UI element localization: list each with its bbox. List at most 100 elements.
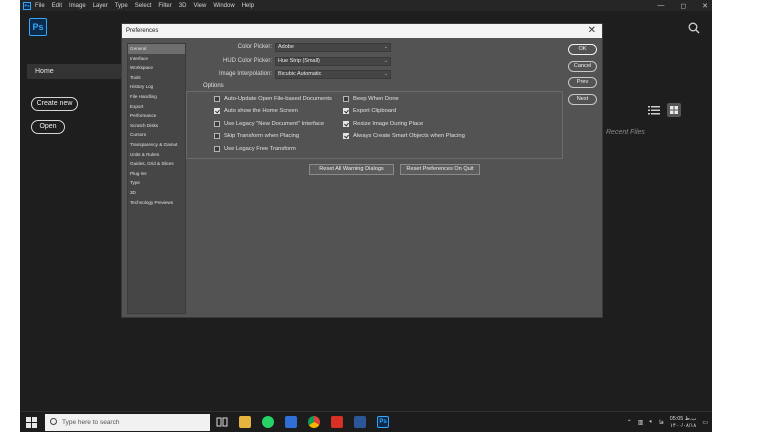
nav-type[interactable]: Type (128, 178, 185, 188)
color-picker-select[interactable]: Adobe ⌄ (275, 43, 391, 52)
option-export-clipboard[interactable]: Export Clipboard (343, 108, 396, 114)
option-legacy-free-transform[interactable]: Use Legacy Free Transform (214, 146, 296, 152)
menu-view[interactable]: View (193, 3, 206, 9)
checkbox[interactable] (214, 146, 220, 152)
maximize-button[interactable]: ◻ (680, 2, 686, 10)
nav-home[interactable]: Home (27, 64, 127, 79)
minimize-button[interactable]: — (657, 2, 664, 9)
nav-interface[interactable]: Interface (128, 54, 185, 64)
option-skip-transform[interactable]: Skip Transform when Placing (214, 133, 299, 139)
menu-layer[interactable]: Layer (93, 3, 108, 9)
nav-scratch-disks[interactable]: Scratch Disks (128, 121, 185, 131)
nav-general[interactable]: General (128, 44, 185, 54)
menu-select[interactable]: Select (135, 3, 152, 9)
menu-3d[interactable]: 3D (179, 3, 187, 9)
nav-3d[interactable]: 3D (128, 188, 185, 198)
checkbox-checked[interactable] (343, 133, 349, 139)
grid-view-icon[interactable] (667, 103, 681, 117)
reset-warning-dialogs-button[interactable]: Reset All Warning Dialogs (309, 164, 394, 175)
dialog-title: Preferences (126, 28, 159, 34)
dropbox-icon[interactable] (285, 416, 297, 428)
search-icon[interactable] (688, 22, 700, 34)
list-view-icon[interactable] (648, 104, 660, 116)
preferences-nav: General Interface Workspace Tools Histor… (127, 43, 186, 314)
option-beep-when-done[interactable]: Beep When Done (343, 96, 399, 102)
checkbox-checked[interactable] (343, 121, 349, 127)
task-view-icon[interactable] (216, 416, 228, 428)
option-label: Resize Image During Place (353, 121, 424, 127)
nav-units-rulers[interactable]: Units & Rulers (128, 150, 185, 160)
option-label: Always Create Smart Objects when Placing (353, 133, 465, 139)
nav-performance[interactable]: Performance (128, 111, 185, 121)
color-picker-value: Adobe (278, 44, 294, 50)
checkbox[interactable] (214, 133, 220, 139)
taskbar-search-input[interactable]: Type here to search (45, 414, 210, 431)
photoshop-taskbar-icon[interactable]: Ps (377, 416, 389, 428)
open-button[interactable]: Open (31, 120, 65, 134)
notifications-icon[interactable]: ▭ (702, 419, 708, 426)
volume-icon[interactable]: 🔈︎ (649, 419, 653, 426)
menu-bar: Ps File Edit Image Layer Type Select Fil… (20, 0, 712, 11)
preferences-dialog: Preferences ✕ General Interface Workspac… (121, 23, 603, 318)
wps-icon[interactable] (331, 416, 343, 428)
ok-button[interactable]: OK (568, 44, 597, 55)
nav-cursors[interactable]: Cursors (128, 130, 185, 140)
nav-plugins[interactable]: Plug-ins (128, 169, 185, 179)
windows-start-icon[interactable] (26, 417, 37, 428)
cancel-button[interactable]: Cancel (568, 61, 597, 72)
clock[interactable]: 05:05 ب.ظ ۱۴۰۰/۰۸/۱۸ (670, 416, 697, 430)
nav-technology-previews[interactable]: Technology Previews (128, 198, 185, 208)
option-smart-objects[interactable]: Always Create Smart Objects when Placing (343, 133, 465, 139)
word-icon[interactable] (354, 416, 366, 428)
option-auto-show-home[interactable]: Auto show the Home Screen (214, 108, 298, 114)
menu-help[interactable]: Help (242, 3, 254, 9)
chrome-icon[interactable] (308, 416, 320, 428)
dialog-close-icon[interactable]: ✕ (588, 25, 596, 37)
file-explorer-icon[interactable] (239, 416, 251, 428)
clock-time: 05:05 ب.ظ (669, 415, 697, 422)
interp-select[interactable]: Bicubic Automatic ⌄ (275, 70, 391, 79)
checkbox[interactable] (343, 96, 349, 102)
option-legacy-new-doc[interactable]: Use Legacy "New Document" Interface (214, 121, 324, 127)
option-label: Beep When Done (353, 96, 399, 102)
option-label: Auto-Update Open File-based Documents (224, 96, 332, 102)
menu-file[interactable]: File (35, 3, 45, 9)
nav-workspace[interactable]: Workspace (128, 63, 185, 73)
window-controls: — ◻ ✕ (657, 0, 708, 11)
checkbox-checked[interactable] (214, 108, 220, 114)
photoshop-window: Ps File Edit Image Layer Type Select Fil… (20, 0, 712, 432)
option-label: Skip Transform when Placing (224, 133, 300, 139)
close-window-button[interactable]: ✕ (702, 2, 708, 10)
menu-image[interactable]: Image (69, 3, 86, 9)
network-icon[interactable]: ▥ (638, 419, 644, 426)
next-button[interactable]: Next (568, 94, 597, 105)
taskbar: Type here to search Ps ⌃ ▥ 🔈︎ فا 05:05 ب… (20, 411, 712, 432)
nav-tools[interactable]: Tools (128, 73, 185, 83)
option-auto-update[interactable]: Auto-Update Open File-based Documents (214, 96, 332, 102)
search-placeholder: Type here to search (62, 419, 120, 426)
nav-export[interactable]: Export (128, 102, 185, 112)
nav-guides-grid-slices[interactable]: Guides, Grid & Slices (128, 159, 185, 169)
prev-button[interactable]: Prev (568, 77, 597, 88)
chevron-up-icon[interactable]: ⌃ (627, 419, 632, 426)
chevron-down-icon: ⌄ (383, 71, 388, 77)
nav-transparency-gamut[interactable]: Transparency & Gamut (128, 140, 185, 150)
menu-window[interactable]: Window (213, 3, 234, 9)
checkbox[interactable] (214, 96, 220, 102)
hud-picker-select[interactable]: Hue Strip (Small) ⌄ (275, 57, 391, 66)
ps-app-icon: Ps (23, 1, 31, 10)
option-resize-image[interactable]: Resize Image During Place (343, 121, 423, 127)
create-new-button[interactable]: Create new (31, 97, 78, 111)
menu-edit[interactable]: Edit (52, 3, 62, 9)
language-indicator[interactable]: فا (659, 419, 664, 426)
nav-file-handling[interactable]: File Handling (128, 92, 185, 102)
hud-picker-value: Hue Strip (Small) (278, 58, 320, 64)
nav-history-log[interactable]: History Log (128, 82, 185, 92)
checkbox-checked[interactable] (343, 108, 349, 114)
menu-type[interactable]: Type (115, 3, 128, 9)
color-picker-label: Color Picker: (237, 44, 272, 50)
checkbox[interactable] (214, 121, 220, 127)
menu-filter[interactable]: Filter (158, 3, 171, 9)
whatsapp-icon[interactable] (262, 416, 274, 428)
reset-preferences-button[interactable]: Reset Preferences On Quit (400, 164, 480, 175)
